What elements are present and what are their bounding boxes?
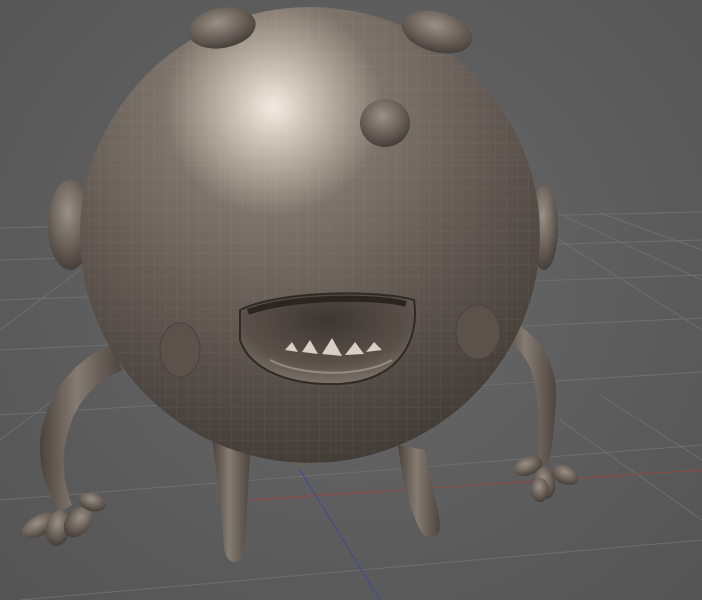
bump-forehead bbox=[360, 99, 410, 147]
creature-model[interactable] bbox=[18, 0, 582, 563]
viewport-canvas[interactable] bbox=[0, 0, 702, 600]
z-axis-line bbox=[299, 469, 381, 600]
wireframe-overlay bbox=[80, 7, 540, 463]
right-cheek bbox=[455, 304, 501, 360]
world-axes bbox=[249, 469, 702, 600]
3d-viewport[interactable] bbox=[0, 0, 702, 600]
left-leg bbox=[212, 440, 250, 563]
left-arm bbox=[39, 345, 122, 512]
left-cheek bbox=[159, 322, 201, 378]
x-axis-line bbox=[249, 469, 702, 501]
right-leg bbox=[398, 445, 440, 538]
